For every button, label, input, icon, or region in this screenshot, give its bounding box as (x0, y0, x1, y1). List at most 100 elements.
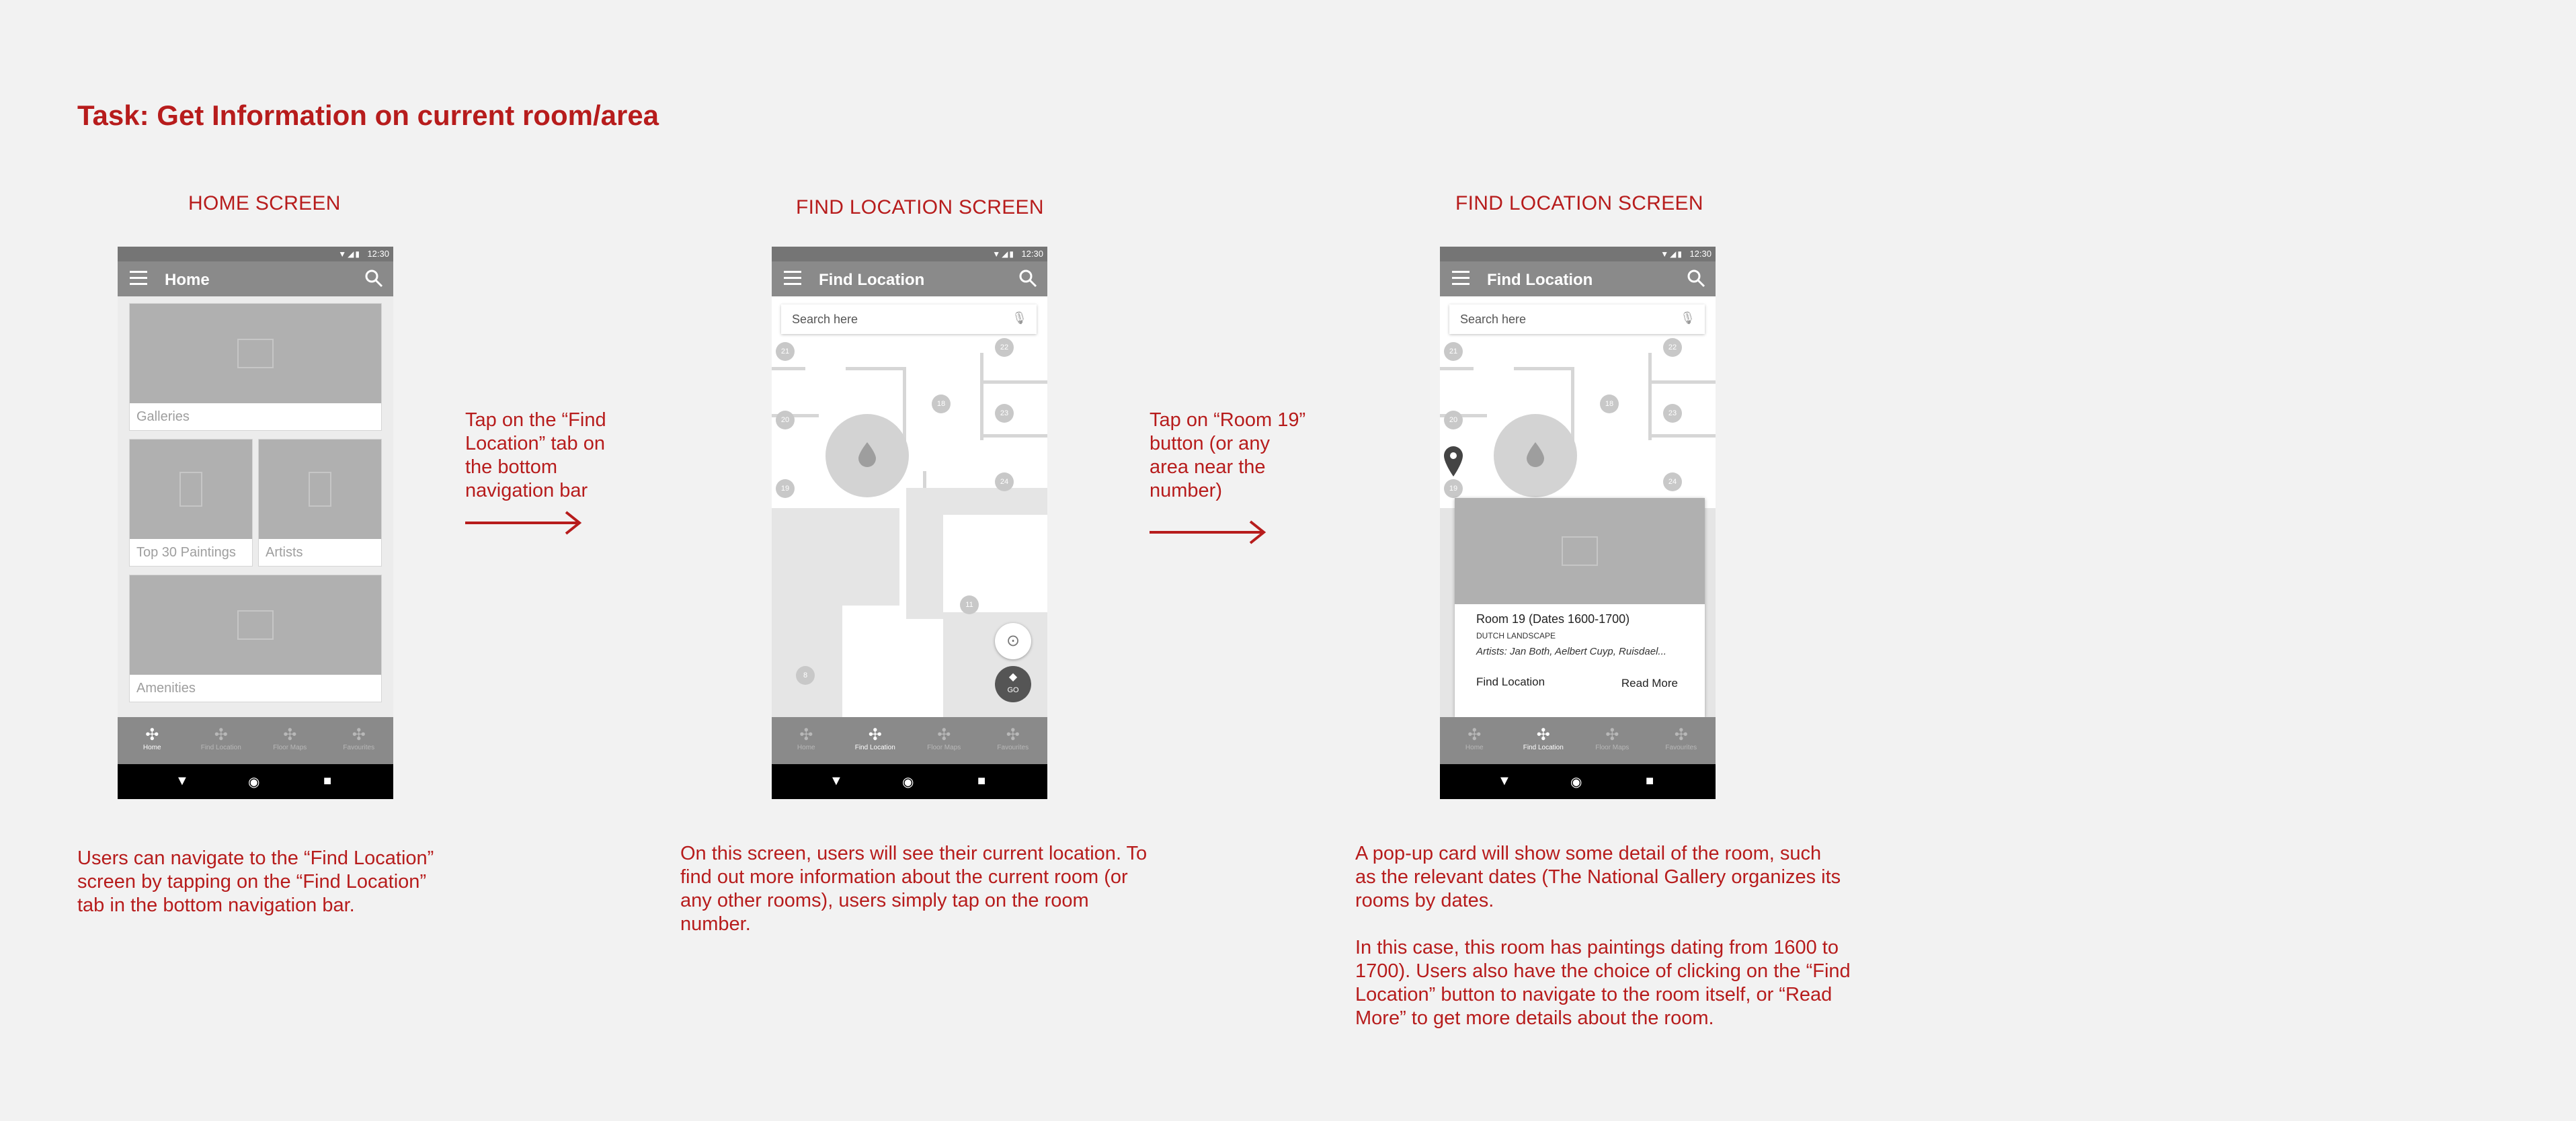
map-search-bar[interactable]: Search here 🎙 (781, 304, 1037, 334)
app-bar-title: Find Location (1487, 271, 1593, 289)
bottom-navigation: ✣ Home ✣ Find Location ✣ Floor Maps ✣ Favour… (772, 717, 1047, 764)
mic-icon[interactable]: 🎙 (1680, 311, 1695, 325)
card-label: Galleries (136, 409, 190, 424)
description-find-location: On this screen, users will see their cur… (680, 843, 1148, 935)
room-24-button[interactable]: 24 (995, 472, 1014, 491)
tab-icon: ✣ (937, 726, 951, 744)
room-19-button[interactable]: 19 (1444, 479, 1463, 498)
card-top-30-paintings[interactable]: Top 30 Paintings (129, 439, 253, 567)
current-location-marker (1494, 414, 1577, 497)
tab-icon: ✣ (214, 726, 228, 744)
system-navigation-bar: ▼ ◉ ■ (118, 764, 393, 799)
floor-map[interactable]: 21 22 18 20 23 19 24 Search here 🎙 Room … (1440, 296, 1716, 717)
card-label: Amenities (136, 681, 196, 696)
instruction-step-1: Tap on the “Find Location” tab on the bo… (465, 409, 606, 501)
tab-icon: ✣ (1006, 726, 1020, 744)
search-input[interactable]: Search here (1460, 313, 1526, 327)
status-icons: ▼◢▮ (1660, 249, 1683, 259)
room-18-button[interactable]: 18 (1600, 395, 1619, 413)
room-24-button[interactable]: 24 (1663, 472, 1682, 491)
room-18-button[interactable]: 18 (932, 395, 951, 413)
card-galleries[interactable]: Galleries (129, 303, 382, 431)
find-location-button[interactable]: Find Location (1476, 675, 1545, 689)
home-content: Galleries Top 30 Paintings Artists Ameni… (118, 296, 393, 717)
mic-icon[interactable]: 🎙 (1012, 311, 1027, 325)
tab-icon: ✣ (145, 726, 159, 744)
find-location-screen-label-2: FIND LOCATION SCREEN (1455, 192, 1703, 214)
status-time: 12:30 (1689, 249, 1712, 259)
room-22-button[interactable]: 22 (1663, 338, 1682, 357)
card-artists[interactable]: Artists (258, 439, 382, 567)
room-image (1455, 498, 1705, 604)
back-triangle-icon[interactable]: ▼ (1498, 774, 1511, 789)
map-search-bar[interactable]: Search here 🎙 (1449, 304, 1705, 334)
tab-favourites[interactable]: ✣ Favourites (325, 717, 394, 764)
tab-home[interactable]: ✣ Home (118, 717, 187, 764)
card-amenities[interactable]: Amenities (129, 575, 382, 702)
go-button[interactable]: ◆ GO (995, 666, 1031, 702)
search-input[interactable]: Search here (792, 313, 858, 327)
room-21-button[interactable]: 21 (1444, 342, 1463, 361)
tab-floor-maps[interactable]: ✣ Floor Maps (255, 717, 325, 764)
my-location-icon[interactable]: ⊙ (995, 623, 1031, 659)
app-bar-title: Find Location (819, 271, 925, 289)
menu-icon[interactable] (130, 271, 147, 286)
tab-icon: ✣ (1605, 726, 1619, 744)
room-23-button[interactable]: 23 (1663, 404, 1682, 423)
system-navigation-bar: ▼ ◉ ■ (772, 764, 1047, 799)
bottom-navigation: ✣ Home ✣ Find Location ✣ Floor Maps ✣ Favour… (1440, 717, 1716, 764)
image-placeholder-icon (237, 610, 274, 640)
arrow-right-icon (465, 511, 582, 535)
search-icon[interactable] (1018, 268, 1038, 288)
tab-find-location[interactable]: ✣ Find Location (841, 717, 910, 764)
room-8-button[interactable]: 8 (796, 666, 815, 685)
find-location-popup-phone: ▼◢▮ 12:30 Find Location 21 22 18 20 23 1… (1440, 247, 1716, 799)
recents-square-icon[interactable]: ■ (977, 774, 985, 789)
room-20-button[interactable]: 20 (776, 411, 795, 429)
directions-icon: ◆ (1008, 671, 1018, 683)
room-popup-card[interactable]: Room 19 (Dates 1600-1700) DUTCH LANDSCAP… (1455, 498, 1705, 717)
image-placeholder-icon (179, 472, 202, 507)
image-placeholder-icon (237, 339, 274, 368)
home-circle-icon[interactable]: ◉ (902, 774, 914, 790)
status-bar: ▼◢▮ 12:30 (1440, 247, 1716, 261)
menu-icon[interactable] (1452, 271, 1470, 286)
room-21-button[interactable]: 21 (776, 342, 795, 361)
tab-find-location[interactable]: ✣ Find Location (187, 717, 256, 764)
room-23-button[interactable]: 23 (995, 404, 1014, 423)
tab-favourites[interactable]: ✣ Favourites (979, 717, 1048, 764)
room-11-button[interactable]: 11 (960, 595, 979, 614)
status-time: 12:30 (1021, 249, 1043, 259)
room-20-button[interactable]: 20 (1444, 411, 1463, 429)
status-bar: ▼◢▮ 12:30 (772, 247, 1047, 261)
floor-map[interactable]: 21 22 18 20 23 19 24 11 8 Search here 🎙 … (772, 296, 1047, 717)
system-navigation-bar: ▼ ◉ ■ (1440, 764, 1716, 799)
instruction-step-2: Tap on “Room 19” button (or any area nea… (1150, 409, 1306, 501)
back-triangle-icon[interactable]: ▼ (175, 774, 189, 789)
room-22-button[interactable]: 22 (995, 338, 1014, 357)
image-placeholder-icon (1562, 536, 1598, 566)
tab-home[interactable]: ✣ Home (1440, 717, 1509, 764)
back-triangle-icon[interactable]: ▼ (830, 774, 843, 789)
read-more-button[interactable]: Read More (1621, 677, 1678, 690)
tab-home[interactable]: ✣ Home (772, 717, 841, 764)
recents-square-icon[interactable]: ■ (1646, 774, 1654, 789)
tab-floor-maps[interactable]: ✣ Floor Maps (1578, 717, 1647, 764)
tab-icon: ✣ (1467, 726, 1482, 744)
home-circle-icon[interactable]: ◉ (248, 774, 259, 790)
tab-find-location[interactable]: ✣ Find Location (1509, 717, 1578, 764)
task-title: Task: Get Information on current room/ar… (77, 99, 659, 131)
map-pin-icon (1527, 442, 1544, 467)
description-home: Users can navigate to the “Find Location… (77, 847, 434, 916)
recents-square-icon[interactable]: ■ (323, 774, 331, 789)
room-19-button[interactable]: 19 (776, 479, 795, 498)
tab-favourites[interactable]: ✣ Favourites (1647, 717, 1716, 764)
app-bar: Home (118, 261, 393, 296)
home-circle-icon[interactable]: ◉ (1570, 774, 1582, 790)
home-phone: ▼◢▮ 12:30 Home Galleries Top 30 Painting… (118, 247, 393, 799)
menu-icon[interactable] (784, 271, 801, 286)
find-location-phone: ▼◢▮ 12:30 Find Location 21 22 18 20 23 1… (772, 247, 1047, 799)
search-icon[interactable] (364, 268, 384, 288)
search-icon[interactable] (1686, 268, 1706, 288)
tab-floor-maps[interactable]: ✣ Floor Maps (910, 717, 979, 764)
